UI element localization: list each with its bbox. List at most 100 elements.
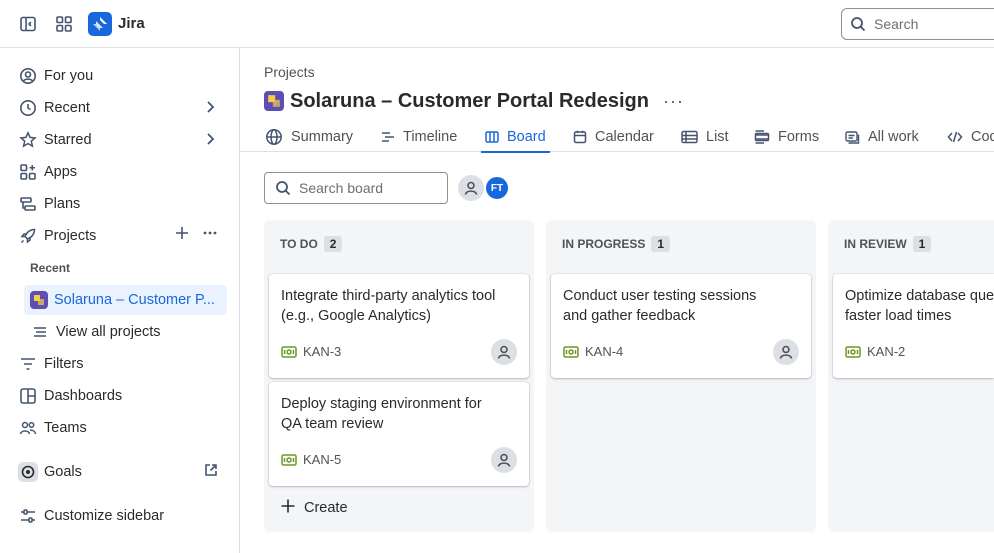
timeline-icon	[381, 130, 395, 144]
create-label: Create	[304, 500, 348, 516]
tab-forms[interactable]: Forms	[754, 122, 819, 152]
sidebar-item-label: Plans	[44, 196, 81, 212]
sidebar-item-starred[interactable]: Starred	[12, 125, 228, 155]
tab-label: Cod	[971, 129, 994, 145]
goals-icon	[18, 462, 38, 482]
issue-card[interactable]: Optimize database queries for faster loa…	[833, 274, 994, 378]
person-icon	[497, 453, 511, 467]
assignee-avatar[interactable]	[491, 447, 517, 473]
sidebar-item-teams[interactable]: Teams	[12, 413, 228, 443]
story-type-icon	[563, 345, 579, 358]
calendar-icon	[573, 130, 587, 144]
app-switcher-icon[interactable]	[52, 12, 76, 36]
column-title: IN PROGRESS	[562, 237, 646, 251]
column-count-badge: 1	[651, 236, 671, 252]
tab-label: Calendar	[595, 129, 654, 145]
issue-card[interactable]: Conduct user testing sessions and gather…	[551, 274, 811, 378]
all-work-icon	[845, 130, 860, 145]
sidebar-item-filters[interactable]: Filters	[12, 349, 228, 379]
tab-label: Board	[507, 129, 546, 145]
dashboard-icon	[18, 386, 38, 406]
customize-icon	[18, 506, 38, 526]
board-icon	[485, 130, 499, 144]
sidebar-item-dashboards[interactable]: Dashboards	[12, 381, 228, 411]
plus-icon[interactable]	[174, 225, 190, 245]
board-search-input[interactable]: Search board	[264, 172, 448, 204]
sidebar-item-label: Projects	[44, 228, 97, 244]
recent-section-label: Recent	[30, 261, 71, 275]
globe-icon	[265, 128, 283, 146]
tab-label: List	[706, 129, 729, 145]
tab-label: Timeline	[403, 129, 458, 145]
sidebar-item-apps[interactable]: Apps	[12, 157, 228, 187]
sidebar-item-label: Dashboards	[44, 388, 123, 404]
tab-all-work[interactable]: All work	[845, 122, 919, 152]
list-icon	[30, 322, 50, 342]
page-title: Solaruna – Customer Portal Redesign	[290, 89, 649, 112]
sidebar-item-goals[interactable]: Goals	[12, 457, 228, 487]
issue-card[interactable]: Deploy staging environment for QA team r…	[269, 382, 529, 486]
sidebar-item-recent-project[interactable]: Solaruna – Customer P...	[24, 285, 227, 315]
issue-title: Optimize database queries for faster loa…	[845, 288, 994, 324]
issue-key: KAN-5	[303, 452, 342, 467]
project-icon	[264, 91, 284, 111]
story-type-icon	[281, 453, 297, 466]
assignee-avatar[interactable]	[773, 339, 799, 365]
sidebar-item-label: Starred	[44, 132, 92, 148]
search-icon	[851, 17, 866, 32]
plans-icon	[18, 194, 38, 214]
star-icon	[18, 130, 38, 150]
sidebar-item-label: Apps	[44, 164, 78, 180]
column-header: TO DO 2	[280, 236, 343, 252]
tab-label: Forms	[778, 129, 820, 145]
assignee-avatar[interactable]	[491, 339, 517, 365]
page-title-row: Solaruna – Customer Portal Redesign ···	[264, 88, 684, 114]
tab-summary[interactable]: Summary	[265, 122, 353, 152]
sidebar-item-for-you[interactable]: For you	[12, 61, 228, 91]
app-name[interactable]: Jira	[118, 15, 145, 32]
sidebar-item-customize[interactable]: Customize sidebar	[12, 501, 228, 531]
user-avatar-ft[interactable]: FT	[484, 175, 510, 201]
sidebar-item-view-all-projects[interactable]: View all projects	[24, 317, 227, 347]
story-type-icon	[845, 345, 861, 358]
project-icon	[30, 291, 48, 309]
tab-timeline[interactable]: Timeline	[381, 122, 457, 152]
search-icon	[276, 181, 291, 196]
story-type-icon	[281, 345, 297, 358]
tab-code[interactable]: Cod	[947, 122, 994, 152]
breadcrumb[interactable]: Projects	[264, 64, 315, 80]
code-icon	[947, 130, 963, 144]
people-icon	[18, 418, 38, 438]
external-link-icon[interactable]	[204, 463, 218, 477]
sidebar-item-label: Filters	[44, 356, 84, 372]
tab-calendar[interactable]: Calendar	[573, 122, 654, 152]
sidebar-item-label: Goals	[44, 464, 82, 480]
column-count-badge: 2	[323, 236, 343, 252]
tab-list[interactable]: List	[681, 122, 729, 152]
issue-title: Conduct user testing sessions and gather…	[563, 288, 757, 324]
sidebar-item-plans[interactable]: Plans	[12, 189, 228, 219]
issue-key: KAN-2	[867, 344, 906, 359]
more-actions-button[interactable]: ···	[663, 91, 684, 112]
board-column-in-progress: IN PROGRESS 1 Conduct user testing sessi…	[546, 220, 816, 532]
chevron-right-icon[interactable]	[202, 131, 218, 147]
unassigned-avatar[interactable]	[458, 175, 484, 201]
jira-logo[interactable]	[88, 12, 112, 36]
board-column-todo: TO DO 2 Integrate third-party analytics …	[264, 220, 534, 532]
sidebar-item-recent[interactable]: Recent	[12, 93, 228, 123]
issue-title: Integrate third-party analytics tool (e.…	[281, 288, 496, 324]
sidebar-toggle-icon[interactable]	[16, 12, 40, 36]
tab-board[interactable]: Board	[481, 122, 550, 153]
global-search-input[interactable]: Search	[841, 8, 994, 40]
search-placeholder: Search	[874, 16, 919, 32]
person-icon	[464, 181, 478, 195]
sidebar-item-label: Recent	[44, 100, 90, 116]
project-tabs: Summary Timeline Board Calendar List For…	[240, 122, 994, 153]
more-icon[interactable]	[202, 225, 218, 245]
chevron-right-icon[interactable]	[202, 99, 218, 115]
issue-card[interactable]: Integrate third-party analytics tool (e.…	[269, 274, 529, 378]
sidebar-item-projects[interactable]: Projects	[12, 221, 228, 251]
forms-icon	[754, 129, 770, 145]
create-issue-button[interactable]: Create	[280, 498, 348, 518]
apps-icon	[18, 162, 38, 182]
